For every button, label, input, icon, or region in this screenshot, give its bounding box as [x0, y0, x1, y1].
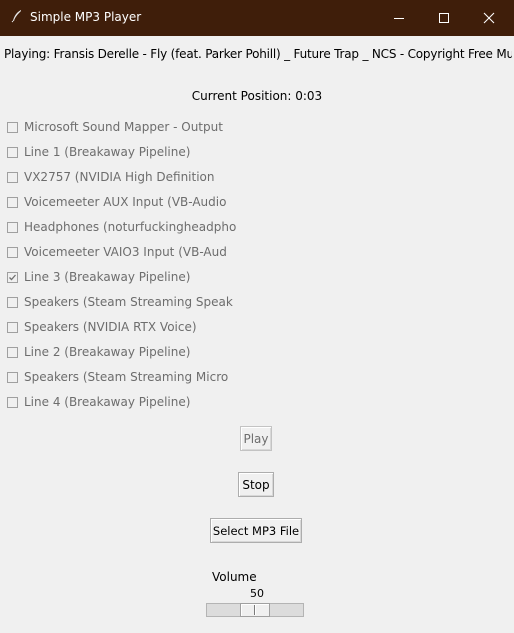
device-label: Speakers (NVIDIA RTX Voice)	[24, 320, 197, 334]
device-label: Line 4 (Breakaway Pipeline)	[24, 395, 191, 409]
close-icon	[483, 12, 495, 24]
output-device-list: Microsoft Sound Mapper - Output Line 1 (B…	[6, 118, 306, 418]
device-label: Line 1 (Breakaway Pipeline)	[24, 145, 191, 159]
device-checkbox-row[interactable]: Line 1 (Breakaway Pipeline)	[6, 143, 306, 168]
device-checkbox[interactable]	[7, 372, 18, 383]
device-checkbox-row[interactable]: Microsoft Sound Mapper - Output	[6, 118, 306, 143]
device-checkbox-row[interactable]: Voicemeeter VAIO3 Input (VB-Aud	[6, 243, 306, 268]
device-checkbox-row[interactable]: Headphones (noturfuckingheadpho	[6, 218, 306, 243]
stop-button[interactable]: Stop	[238, 472, 274, 497]
device-checkbox[interactable]	[7, 122, 18, 133]
minimize-icon	[394, 18, 404, 19]
device-label: Speakers (Steam Streaming Speak	[24, 295, 233, 309]
device-checkbox[interactable]	[7, 197, 18, 208]
device-checkbox[interactable]	[7, 147, 18, 158]
volume-value: 50	[250, 587, 264, 600]
device-checkbox-row[interactable]: Speakers (Steam Streaming Micro	[6, 368, 306, 393]
play-button[interactable]: Play	[240, 426, 272, 451]
volume-slider-handle[interactable]	[240, 603, 270, 617]
volume-label: Volume	[212, 570, 257, 584]
minimize-button[interactable]	[376, 0, 422, 36]
device-checkbox-row[interactable]: VX2757 (NVIDIA High Definition	[6, 168, 306, 193]
window-title: Simple MP3 Player	[30, 10, 142, 24]
device-label: Voicemeeter VAIO3 Input (VB-Aud	[24, 245, 227, 259]
device-checkbox-row[interactable]: Speakers (NVIDIA RTX Voice)	[6, 318, 306, 343]
device-checkbox[interactable]	[7, 247, 18, 258]
device-label: Line 2 (Breakaway Pipeline)	[24, 345, 191, 359]
device-checkbox[interactable]	[7, 172, 18, 183]
device-checkbox[interactable]	[7, 322, 18, 333]
device-label: VX2757 (NVIDIA High Definition	[24, 170, 215, 184]
maximize-button[interactable]	[421, 0, 467, 36]
device-checkbox-row[interactable]: Speakers (Steam Streaming Speak	[6, 293, 306, 318]
device-checkbox-row[interactable]: Voicemeeter AUX Input (VB-Audio	[6, 193, 306, 218]
device-label: Microsoft Sound Mapper - Output	[24, 120, 223, 134]
device-label: Headphones (noturfuckingheadpho	[24, 220, 237, 234]
device-label: Speakers (Steam Streaming Micro	[24, 370, 229, 384]
close-button[interactable]	[466, 0, 512, 36]
device-checkbox-row[interactable]: Line 3 (Breakaway Pipeline)	[6, 268, 306, 293]
device-checkbox-row[interactable]: Line 2 (Breakaway Pipeline)	[6, 343, 306, 368]
device-checkbox-row[interactable]: Line 4 (Breakaway Pipeline)	[6, 393, 306, 418]
select-mp3-file-button[interactable]: Select MP3 File	[210, 518, 302, 543]
maximize-icon	[439, 13, 449, 23]
device-label: Line 3 (Breakaway Pipeline)	[24, 270, 191, 284]
current-position-label: Current Position: 0:03	[191, 89, 323, 103]
device-checkbox[interactable]	[7, 272, 18, 283]
device-checkbox[interactable]	[7, 297, 18, 308]
device-checkbox[interactable]	[7, 222, 18, 233]
now-playing-label: Playing: Fransis Derelle - Fly (feat. Pa…	[4, 47, 512, 61]
device-label: Voicemeeter AUX Input (VB-Audio	[24, 195, 227, 209]
feather-icon	[10, 9, 24, 23]
checkmark-icon	[9, 274, 16, 281]
device-checkbox[interactable]	[7, 397, 18, 408]
device-checkbox[interactable]	[7, 347, 18, 358]
slider-grip	[254, 605, 256, 615]
title-bar[interactable]: Simple MP3 Player	[0, 0, 514, 36]
